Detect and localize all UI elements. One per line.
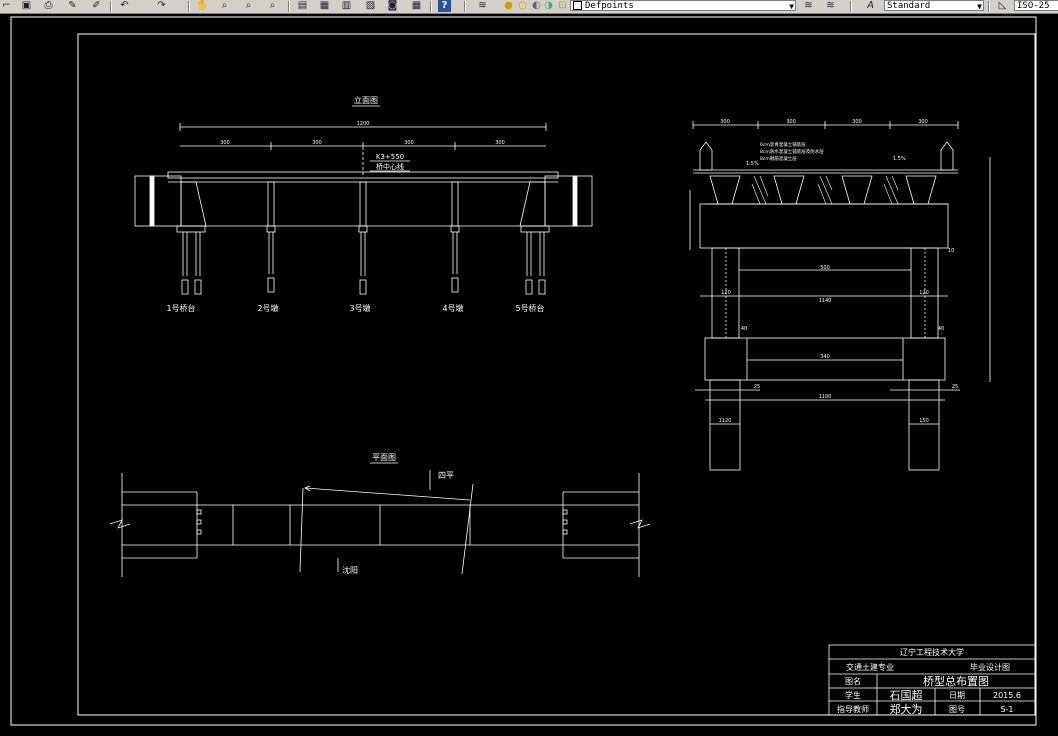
title-block: 辽宁工程技术大学 交通土建专业 毕业设计图 图名 桥型总布置图 学生 石国超 日… — [828, 644, 1036, 716]
sheet-set-icon[interactable]: ▧ — [364, 0, 377, 12]
section-note-1: 6cm沥青混凝土铺装层 — [760, 141, 806, 148]
elevation-view: 立面图 1200 300 300 300 300 K3+550 桥中心线 1号桥… — [134, 95, 593, 313]
section-dim-1140: 1140 — [819, 298, 832, 304]
sun-icon[interactable]: ○ — [516, 0, 529, 12]
section-view: 300 300 300 300 6cm沥青混凝土铺装层 8cm防水混凝土铺装层及… — [689, 119, 991, 471]
match-properties-icon[interactable]: ✎ — [66, 0, 79, 12]
title-name-value: 桥型总布置图 — [923, 674, 989, 688]
title-student-label: 学生 — [845, 690, 861, 700]
section-dim-2: 300 — [786, 119, 796, 125]
dim-style-dropdown[interactable]: ISO-25 — [1014, 0, 1058, 11]
pier-label-3: 3号墩 — [349, 303, 370, 313]
section-dim-340: 340 — [820, 354, 830, 360]
drawing-canvas[interactable]: 立面图 1200 300 300 300 300 K3+550 桥中心线 1号桥… — [0, 14, 1058, 732]
elevation-total-span: 1200 — [357, 121, 370, 127]
section-dim-120-left: 120 — [721, 290, 731, 296]
pier-label-5: 5号桥台 — [515, 303, 544, 313]
undo-icon[interactable]: ↶ — [118, 0, 131, 12]
brush-icon[interactable]: ✐ — [90, 0, 103, 12]
chevron-down-icon: ▼ — [977, 2, 982, 11]
open-icon[interactable]: ⌐ — [0, 0, 13, 12]
zoom-previous-icon[interactable]: ⌕ — [266, 0, 279, 12]
section-dim-500: 500 — [820, 265, 830, 271]
calculator-icon[interactable]: ▦ — [410, 0, 423, 12]
title-date-value: 2015.6 — [993, 691, 1021, 700]
section-slope-left: 1.5% — [746, 161, 759, 167]
section-note-3: 8cm钢筋混凝土层 — [760, 155, 797, 162]
markup-icon[interactable]: ◙ — [386, 0, 399, 12]
toolbar: ⌐ ▣ ⎙ ✎ ✐ ↶ ↷ ✋ ⌕ ⌕ ⌕ ▤ ▦ ▥ ▧ ◙ ▦ ? ≋ ● … — [0, 0, 1058, 14]
elevation-span-4: 300 — [495, 140, 505, 146]
make-current-layer-icon[interactable]: ≋ — [802, 0, 815, 12]
section-dim-40-right: 40 — [938, 326, 944, 332]
elevation-span-2: 300 — [312, 140, 322, 146]
properties-icon[interactable]: ▤ — [296, 0, 309, 12]
text-style-dropdown[interactable]: Standard ▼ — [884, 0, 984, 11]
elevation-title: 立面图 — [354, 95, 378, 105]
redo-icon[interactable]: ↷ — [155, 0, 168, 12]
elevation-center-label: 桥中心线 — [376, 162, 404, 171]
title-advisor-value: 郑大为 — [890, 702, 923, 716]
plan-title: 平面图 — [372, 453, 396, 462]
dimension-style-icon[interactable]: ◺ — [996, 0, 1009, 12]
layer-dropdown[interactable]: Defpoints ▼ — [570, 0, 796, 11]
section-dim-25-right: 25 — [952, 384, 958, 390]
help-icon[interactable]: ? — [438, 0, 451, 12]
section-dim-10: 10 — [948, 248, 954, 254]
bulb-icon[interactable]: ● — [502, 0, 515, 12]
section-dim-40-left: 40 — [741, 326, 747, 332]
plan-view: 平面图 四平 沈阳 — [109, 453, 651, 577]
cad-drawing: 立面图 1200 300 300 300 300 K3+550 桥中心线 1号桥… — [10, 16, 1037, 726]
section-dim-120-right: 120 — [919, 290, 929, 296]
outer-frame — [10, 16, 1037, 726]
zoom-window-icon[interactable]: ⌕ — [242, 0, 255, 12]
design-center-icon[interactable]: ▦ — [318, 0, 331, 12]
pier-label-1: 1号桥台 — [166, 303, 195, 313]
section-dim-150: 150 — [919, 418, 929, 424]
section-dim-25-left: 25 — [754, 384, 760, 390]
dim-style-value: ISO-25 — [1017, 1, 1050, 11]
title-major: 交通土建专业 — [846, 662, 894, 672]
section-dim-1: 300 — [720, 119, 730, 125]
text-style-value: Standard — [887, 1, 931, 11]
title-school: 辽宁工程技术大学 — [900, 647, 964, 657]
title-student-value: 石国超 — [890, 688, 923, 702]
title-date-label: 日期 — [949, 691, 965, 700]
plan-south-label: 沈阳 — [342, 565, 358, 575]
section-dim-1100: 1100 — [819, 394, 832, 400]
text-style-icon[interactable]: A — [864, 0, 877, 12]
inner-frame — [77, 33, 1036, 716]
elevation-station: K3+550 — [376, 153, 404, 161]
layer-manager-icon[interactable]: ≋ — [476, 0, 489, 12]
pier-label-4: 4号墩 — [442, 303, 463, 313]
zoom-realtime-icon[interactable]: ⌕ — [218, 0, 231, 12]
section-dim-1120: 1120 — [719, 418, 732, 424]
title-sheet-value: S-1 — [1000, 705, 1013, 714]
chevron-down-icon: ▼ — [789, 2, 794, 11]
section-note-2: 8cm防水混凝土铺装层及防水层 — [760, 148, 824, 155]
pier-label-2: 2号墩 — [257, 303, 278, 313]
title-design: 毕业设计图 — [970, 662, 1010, 672]
section-dim-3: 300 — [852, 119, 862, 125]
lock-icon[interactable]: ⊡ — [556, 0, 569, 12]
layer-color-icon[interactable]: ◑ — [542, 0, 555, 12]
plan-north-label: 四平 — [438, 471, 454, 480]
section-dim-4: 300 — [918, 119, 928, 125]
section-slope-right: 1.5% — [893, 156, 906, 162]
print-icon[interactable]: ⎙ — [42, 0, 55, 12]
layer-name: Defpoints — [585, 1, 634, 11]
title-advisor-label: 指导教师 — [837, 704, 869, 714]
title-name-label: 图名 — [845, 676, 861, 686]
layer-previous-icon[interactable]: ≋ — [824, 0, 837, 12]
elevation-span-3: 300 — [404, 140, 414, 146]
title-sheet-label: 图号 — [949, 705, 965, 714]
tool-palette-icon[interactable]: ▥ — [340, 0, 353, 12]
save-icon[interactable]: ▣ — [20, 0, 33, 12]
elevation-span-1: 300 — [220, 140, 230, 146]
pan-icon[interactable]: ✋ — [196, 0, 209, 12]
